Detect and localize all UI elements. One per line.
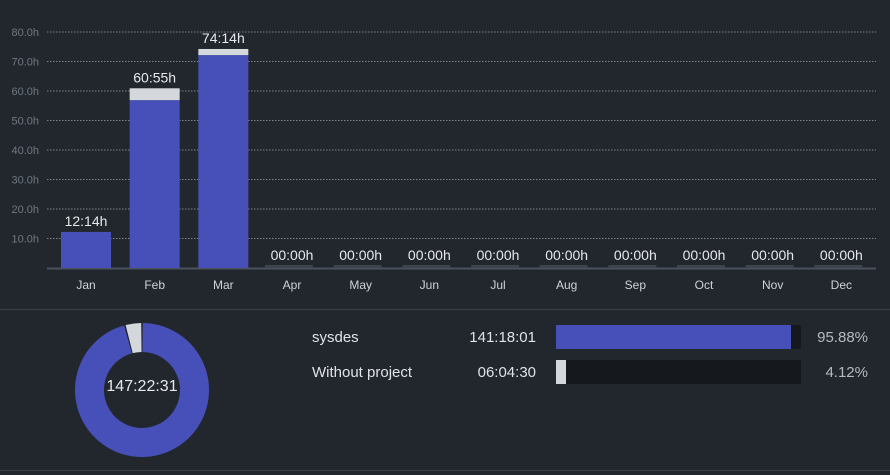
bar-data-label: 00:00h [614, 247, 657, 263]
project-time: 06:04:30 [477, 364, 536, 381]
bar-sysdes [129, 100, 180, 269]
x-tick-label: Aug [556, 278, 577, 292]
bar-sysdes [61, 231, 111, 268]
bar-empty [539, 265, 588, 268]
bar-data-label: 00:00h [339, 247, 382, 263]
bar-data-label: 00:00h [683, 247, 726, 263]
bar-empty [677, 265, 725, 268]
y-tick-label: 70.0h [11, 57, 39, 69]
y-tick-label: 80.0h [11, 27, 39, 39]
bar-data-label: 00:00h [271, 247, 314, 263]
x-tick-label: Apr [283, 278, 302, 292]
project-bar-fill [556, 360, 567, 384]
monthly-hours-bar-chart: 10.0h 20.0h 30.0h 40.0h 50.0h 60.0h 70.0h 80.0h… [0, 0, 890, 310]
bar-data-label: 00:00h [751, 247, 794, 263]
x-tick-label: May [349, 278, 372, 292]
x-tick-label: Sep [625, 278, 647, 292]
bar-chart-svg: 10.0h 20.0h 30.0h 40.0h 50.0h 60.0h 70.0h 80.0h… [11, 27, 876, 292]
project-row-without-project[interactable]: Without project 06:04:30 4.12% [0, 360, 890, 386]
y-tick-label: 40.0h [11, 145, 39, 157]
bar-data-label: 60:55h [133, 69, 176, 85]
project-row-sysdes[interactable]: sysdes 141:18:01 95.88% [0, 325, 890, 351]
bar-empty [333, 265, 382, 268]
bottom-divider [0, 470, 890, 471]
section-divider [0, 309, 890, 310]
bar-data-label: 12:14h [65, 213, 108, 229]
bar-empty [745, 265, 794, 268]
x-tick-label: Jun [420, 278, 439, 292]
bar-sysdes [198, 55, 249, 269]
bar-empty [814, 265, 863, 268]
bar-data-label: 00:00h [477, 247, 520, 263]
bar-without-project [129, 88, 180, 101]
bar-empty [471, 265, 519, 268]
bar-without-project [198, 48, 249, 56]
x-tick-label: Dec [831, 278, 852, 292]
x-tick-label: Jan [76, 278, 95, 292]
project-name: Without project [312, 364, 413, 381]
project-time: 141:18:01 [469, 329, 536, 346]
x-tick-label: Feb [144, 278, 165, 292]
bar-empty [608, 265, 657, 268]
project-bar-track [556, 325, 801, 349]
x-tick-label: Jul [490, 278, 505, 292]
project-bar-track [556, 360, 801, 384]
bar-data-label: 74:14h [202, 30, 245, 46]
y-tick-label: 60.0h [11, 86, 39, 98]
project-percent: 4.12% [825, 364, 868, 381]
y-tick-label: 10.0h [11, 234, 39, 246]
x-tick-label: Mar [213, 278, 234, 292]
bar-empty [265, 265, 313, 268]
bar-empty [402, 265, 451, 268]
project-percent: 95.88% [817, 329, 868, 346]
y-tick-label: 30.0h [11, 175, 39, 187]
bar-data-label: 00:00h [820, 247, 863, 263]
y-tick-label: 50.0h [11, 116, 39, 128]
bar-data-label: 00:00h [408, 247, 451, 263]
project-name: sysdes [312, 329, 359, 346]
x-tick-label: Nov [762, 278, 783, 292]
y-tick-label: 20.0h [11, 204, 39, 216]
x-tick-label: Oct [695, 278, 714, 292]
bar-data-label: 00:00h [545, 247, 588, 263]
project-bar-fill [556, 325, 791, 349]
